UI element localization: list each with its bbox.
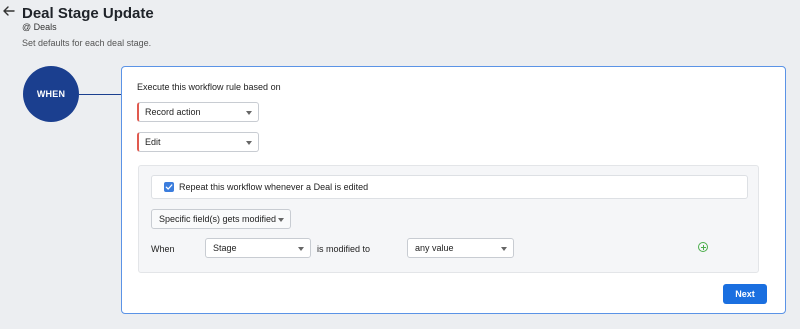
repeat-label: Repeat this workflow whenever a Deal is … xyxy=(179,182,369,192)
action-type-select-value: Edit xyxy=(145,137,161,147)
value-select-value: any value xyxy=(415,243,454,253)
chevron-down-icon xyxy=(501,247,507,251)
condition-box: Repeat this workflow whenever a Deal is … xyxy=(138,165,759,273)
chevron-down-icon xyxy=(298,247,304,251)
page-subtitle: Set defaults for each deal stage. xyxy=(22,38,152,48)
when-panel: Execute this workflow rule based on Reco… xyxy=(121,66,786,314)
value-select[interactable]: any value xyxy=(407,238,514,258)
repeat-option: Repeat this workflow whenever a Deal is … xyxy=(151,175,748,199)
page-title: Deal Stage Update xyxy=(22,5,154,22)
when-step-node: WHEN xyxy=(23,66,79,122)
chevron-down-icon xyxy=(246,111,252,115)
condition-when-label: When xyxy=(151,244,175,254)
field-select-value: Stage xyxy=(213,243,237,253)
check-icon xyxy=(165,184,173,190)
record-action-select-value: Record action xyxy=(145,107,201,117)
field-select[interactable]: Stage xyxy=(205,238,311,258)
chevron-down-icon xyxy=(278,218,284,222)
field-condition-select-value: Specific field(s) gets modified xyxy=(159,214,277,224)
modified-to-label: is modified to xyxy=(317,244,371,254)
repeat-checkbox[interactable] xyxy=(164,182,174,192)
step-connector xyxy=(79,94,121,95)
action-type-select[interactable]: Edit xyxy=(137,132,259,152)
module-label: @ Deals xyxy=(22,22,57,32)
field-condition-select[interactable]: Specific field(s) gets modified xyxy=(151,209,291,229)
record-action-select[interactable]: Record action xyxy=(137,102,259,122)
next-button[interactable]: Next xyxy=(723,284,767,304)
back-arrow-icon[interactable] xyxy=(2,4,16,18)
add-condition-plus-icon[interactable] xyxy=(698,242,708,252)
chevron-down-icon xyxy=(246,141,252,145)
execute-rule-label: Execute this workflow rule based on xyxy=(137,82,281,92)
